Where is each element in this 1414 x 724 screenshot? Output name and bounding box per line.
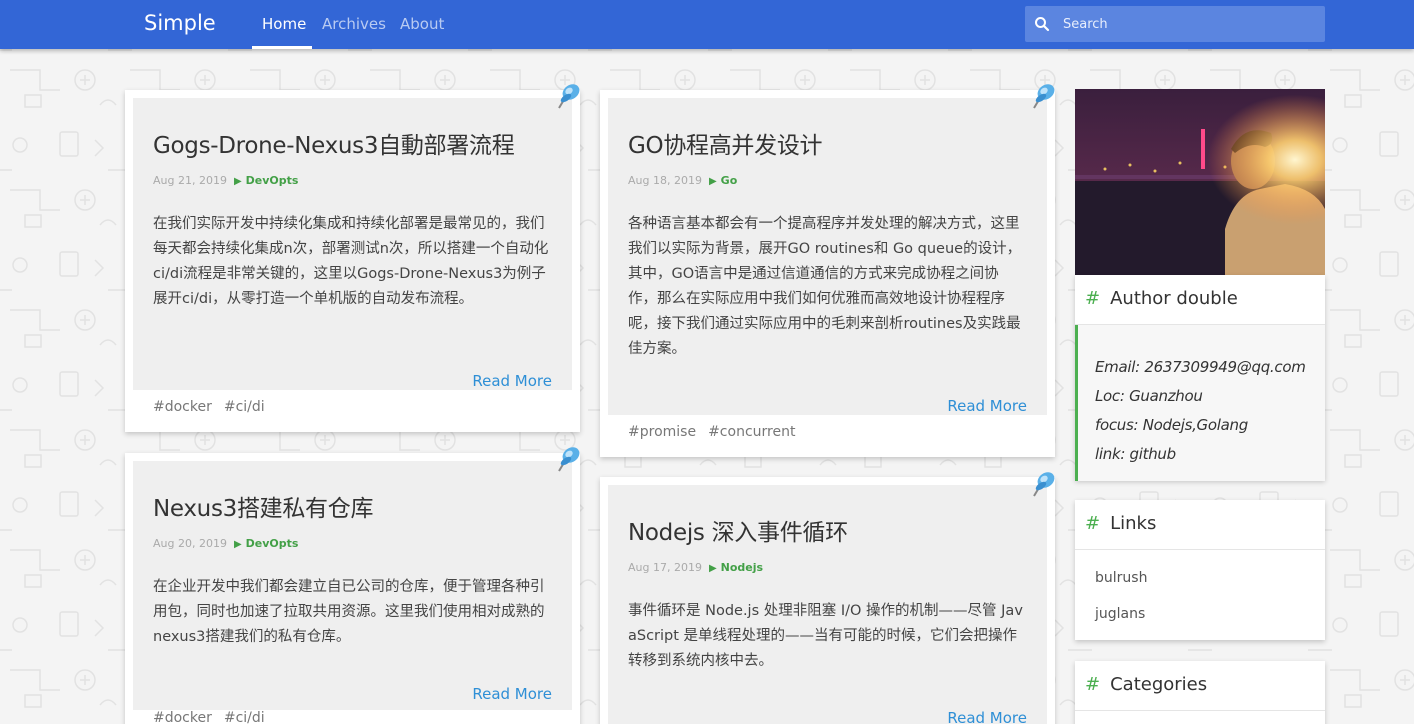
links-heading: # Links [1075, 500, 1325, 550]
hash-icon: # [1085, 674, 1101, 695]
category-triangle-icon: ▶ [233, 176, 242, 187]
active-nav-indicator [252, 46, 312, 49]
post-card: Gogs-Drone-Nexus3自動部署流程 Aug 21, 2019 ▶ Dev… [125, 90, 580, 432]
nav-about[interactable]: About [400, 15, 444, 33]
author-avatar-photo [1075, 89, 1325, 275]
pushpin-icon [1033, 472, 1055, 497]
post-title[interactable]: GO协程高并发设计 [628, 126, 823, 160]
post-card-body: Nexus3搭建私有仓库 Aug 20, 2019 ▶ DevOpts 在企业开发中… [133, 461, 572, 710]
pushpin-icon [558, 447, 580, 472]
search-input[interactable] [1063, 6, 1318, 42]
link-item-bulrush[interactable]: bulrush [1075, 560, 1325, 596]
nav-home[interactable]: Home [262, 15, 306, 33]
post-category[interactable]: DevOpts [246, 537, 299, 550]
search-icon [1035, 17, 1050, 32]
post-card: Nexus3搭建私有仓库 Aug 20, 2019 ▶ DevOpts 在企业开发中… [125, 453, 580, 724]
tag-link[interactable]: #promise [628, 424, 696, 440]
post-card-body: Gogs-Drone-Nexus3自動部署流程 Aug 21, 2019 ▶ Dev… [133, 98, 572, 390]
post-tags: #docker #ci/di [153, 399, 277, 415]
links-heading-label: Links [1110, 513, 1157, 534]
post-meta: Aug 18, 2019 ▶ Go [628, 174, 737, 187]
post-card-body: Nodejs 深入事件循环 Aug 17, 2019 ▶ Nodejs 事件循环是 … [608, 485, 1047, 724]
author-focus: focus: Nodejs,Golang [1095, 416, 1248, 434]
post-card: Nodejs 深入事件循环 Aug 17, 2019 ▶ Nodejs 事件循环是 … [600, 477, 1055, 724]
post-category[interactable]: Nodejs [721, 561, 763, 574]
search-box[interactable] [1025, 6, 1325, 42]
post-title[interactable]: Nexus3搭建私有仓库 [153, 489, 373, 523]
author-email: Email: 2637309949@qq.com [1095, 358, 1306, 376]
read-more-link[interactable]: Read More [472, 372, 552, 390]
post-date: Aug 20, 2019 [153, 537, 227, 550]
post-meta: Aug 21, 2019 ▶ DevOpts [153, 174, 298, 187]
links-card: # Links bulrush juglans [1075, 500, 1325, 640]
category-triangle-icon: ▶ [708, 176, 717, 187]
post-card-body: GO协程高并发设计 Aug 18, 2019 ▶ Go 各种语言基本都会有一个提高程… [608, 98, 1047, 415]
post-excerpt: 在企业开发中我们都会建立自已公司的仓库，便于管理各种引用包，同时也加速了拉取共用… [153, 579, 545, 645]
tag-link[interactable]: #docker [153, 710, 212, 724]
link-item-juglans[interactable]: juglans [1075, 596, 1325, 632]
hash-icon: # [1085, 288, 1101, 309]
categories-heading-label: Categories [1110, 674, 1208, 695]
author-info: Email: 2637309949@qq.com Loc: Guanzhou f… [1075, 325, 1325, 481]
read-more-link[interactable]: Read More [472, 685, 552, 703]
post-tags: #promise #concurrent [628, 424, 807, 440]
author-card: # Author double Email: 2637309949@qq.com … [1075, 275, 1325, 481]
category-triangle-icon: ▶ [233, 539, 242, 550]
post-card: GO协程高并发设计 Aug 18, 2019 ▶ Go 各种语言基本都会有一个提高程… [600, 90, 1055, 457]
hash-icon: # [1085, 513, 1101, 534]
tag-link[interactable]: #ci/di [224, 399, 265, 415]
category-triangle-icon: ▶ [708, 563, 717, 574]
tag-link[interactable]: #concurrent [708, 424, 795, 440]
post-title[interactable]: Gogs-Drone-Nexus3自動部署流程 [153, 126, 515, 160]
tag-link[interactable]: #ci/di [224, 710, 265, 724]
top-navbar: Simple Home Archives About [0, 0, 1414, 49]
author-location: Loc: Guanzhou [1095, 387, 1203, 405]
post-category[interactable]: Go [721, 174, 738, 187]
author-link[interactable]: link: github [1095, 440, 1325, 469]
post-title[interactable]: Nodejs 深入事件循环 [628, 513, 848, 547]
post-category[interactable]: DevOpts [246, 174, 299, 187]
post-meta: Aug 20, 2019 ▶ DevOpts [153, 537, 298, 550]
post-excerpt: 各种语言基本都会有一个提高程序并发处理的解决方式，这里我们以实际为背景，展开GO… [628, 216, 1022, 357]
author-heading-label: Author double [1110, 288, 1238, 309]
post-meta: Aug 17, 2019 ▶ Nodejs [628, 561, 763, 574]
post-date: Aug 18, 2019 [628, 174, 702, 187]
post-excerpt: 事件循环是 Node.js 处理非阻塞 I/O 操作的机制——尽管 JavaSc… [628, 603, 1023, 669]
categories-card: # Categories [1075, 661, 1325, 724]
pushpin-icon [558, 84, 580, 109]
post-date: Aug 17, 2019 [628, 561, 702, 574]
nav-archives[interactable]: Archives [322, 15, 386, 33]
pushpin-icon [1033, 84, 1055, 109]
brand-logo[interactable]: Simple [144, 11, 216, 35]
post-excerpt: 在我们实际开发中持续化集成和持续化部署是最常见的，我们每天都会持续化集成n次，部… [153, 216, 549, 307]
tag-link[interactable]: #docker [153, 399, 212, 415]
read-more-link[interactable]: Read More [947, 709, 1027, 724]
author-heading: # Author double [1075, 275, 1325, 325]
categories-heading: # Categories [1075, 661, 1325, 711]
links-list: bulrush juglans [1075, 550, 1325, 632]
post-tags: #docker #ci/di [153, 710, 277, 724]
post-date: Aug 21, 2019 [153, 174, 227, 187]
read-more-link[interactable]: Read More [947, 397, 1027, 415]
